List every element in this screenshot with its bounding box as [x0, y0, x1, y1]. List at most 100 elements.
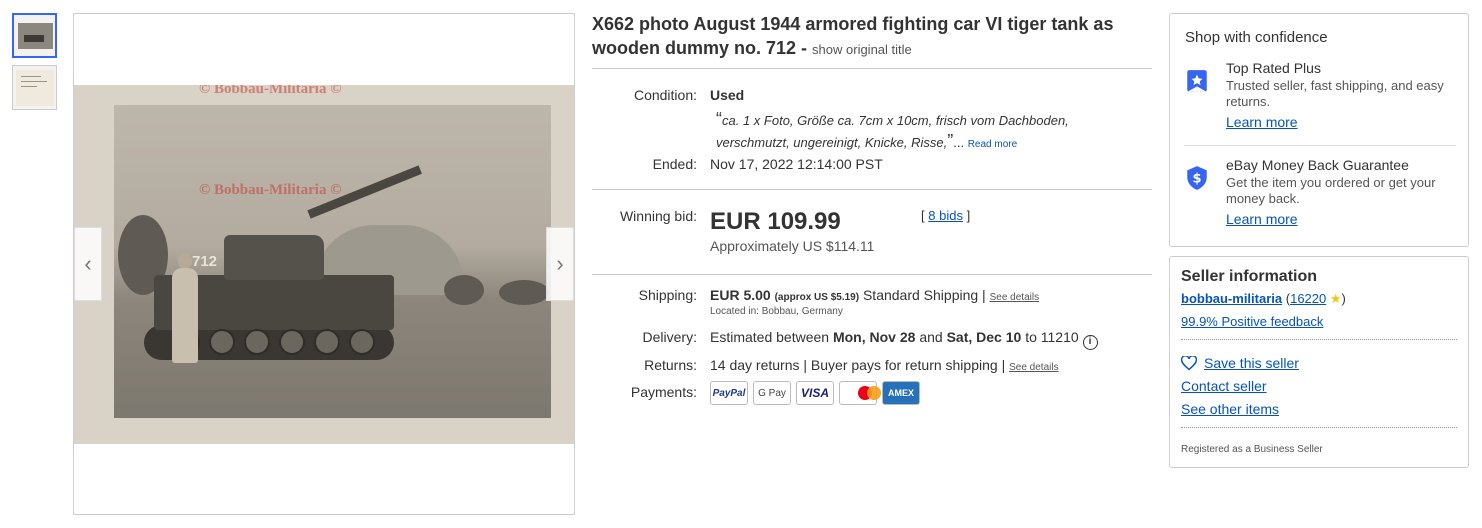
shipping-details-link[interactable]: See details [990, 292, 1039, 303]
money-back-guarantee-item: $ eBay Money Back Guarantee Get the item… [1184, 157, 1454, 237]
google-pay-icon: G Pay [753, 381, 791, 405]
read-more-link[interactable]: Read more [968, 139, 1017, 150]
delivery-zip: to 11210 [1025, 329, 1079, 345]
svg-text:$: $ [1192, 171, 1201, 186]
guarantee-description: Get the item you ordered or get your mon… [1226, 175, 1436, 206]
ended-label: Ended: [652, 156, 697, 172]
delivery-row: Delivery: Estimated between Mon, Nov 28 … [592, 329, 1098, 350]
see-other-items-link[interactable]: See other items [1181, 401, 1279, 417]
photo-tree [499, 280, 549, 305]
ended-row: Ended: Nov 17, 2022 12:14:00 PST [592, 156, 883, 172]
winning-bid-approx: Approximately US $114.11 [710, 238, 875, 254]
delivery-prefix: Estimated between [710, 329, 830, 345]
top-rated-description: Trusted seller, fast shipping, and easy … [1226, 78, 1444, 109]
registered-business-seller: Registered as a Business Seller [1181, 444, 1323, 455]
info-icon[interactable]: i [1082, 335, 1098, 350]
thumbnail-photo-1[interactable] [12, 13, 57, 58]
top-rated-text-block: Top Rated Plus Trusted seller, fast ship… [1226, 60, 1446, 131]
shipping-approx: (approx US $5.19) [774, 292, 860, 303]
next-image-button[interactable]: › [546, 227, 574, 301]
ended-value: Nov 17, 2022 12:14:00 PST [710, 156, 883, 172]
divider [592, 189, 1152, 190]
returns-row: Returns: 14 day returns | Buyer pays for… [592, 357, 1059, 373]
condition-row: Condition: Used [592, 87, 744, 103]
shipping-method: Standard Shipping | [862, 287, 986, 303]
shipping-row: Shipping: EUR 5.00 (approx US $5.19) Sta… [592, 287, 1039, 317]
paypal-icon: PayPal [710, 381, 748, 405]
returns-value: 14 day returns | Buyer pays for return s… [710, 357, 1059, 373]
delivery-start: Mon, Nov 28 [832, 329, 916, 345]
seller-information-panel: Seller information bobbau-militaria (162… [1169, 256, 1469, 468]
contact-seller-link[interactable]: Contact seller [1181, 378, 1267, 394]
payment-methods: PayPal G Pay VISA mastercard AMEX [710, 381, 920, 405]
watermark-middle: © Bobbau-Militaria © [199, 182, 342, 198]
winning-bid-value: EUR 109.99 Approximately US $114.11 [710, 208, 874, 254]
shipping-value: EUR 5.00 (approx US $5.19) Standard Ship… [710, 287, 1039, 317]
bracket-close: ] [966, 208, 971, 223]
listing-details: X662 photo August 1944 armored fighting … [592, 12, 1157, 405]
top-rated-badge-icon [1187, 70, 1207, 92]
save-seller-row[interactable]: Save this seller [1181, 355, 1299, 371]
seller-notes: “ca. 1 x Foto, Größe ca. 7cm x 10cm, fri… [716, 109, 1116, 155]
shipping-price: EUR 5.00 [710, 287, 771, 303]
seller-name-link[interactable]: bobbau-militaria [1181, 291, 1282, 306]
bids-link[interactable]: 8 bids [928, 208, 963, 223]
returns-details-link[interactable]: See details [1009, 362, 1058, 373]
previous-image-button[interactable]: ‹ [74, 227, 102, 301]
amex-icon: AMEX [882, 381, 920, 405]
thumbnail-tank-shape [24, 35, 44, 42]
condition-label: Condition: [633, 87, 697, 103]
positive-feedback-link[interactable]: 99.9% Positive feedback [1181, 314, 1323, 329]
shop-with-confidence-panel: Shop with confidence Top Rated Plus Trus… [1169, 13, 1469, 247]
item-location: Located in: Bobbau, Germany [710, 306, 843, 317]
top-rated-heading: Top Rated Plus [1226, 60, 1321, 76]
listing-title: X662 photo August 1944 armored fighting … [592, 12, 1157, 62]
thumbnail-strip [12, 13, 58, 117]
divider [592, 68, 1152, 69]
tank-photograph: 712 [114, 105, 551, 418]
divider [592, 274, 1152, 275]
guarantee-text-block: eBay Money Back Guarantee Get the item y… [1226, 157, 1446, 228]
main-image-viewer[interactable]: 712 © Bobbau-Militaria © © Bobbau-Milita… [73, 13, 575, 515]
returns-label: Returns: [644, 357, 697, 373]
seller-name-row: bobbau-militaria (16220 ★) [1181, 291, 1346, 307]
divider [1181, 339, 1457, 340]
confidence-title: Shop with confidence [1185, 29, 1328, 46]
top-rated-learn-more-link[interactable]: Learn more [1226, 114, 1298, 130]
save-seller-link[interactable]: Save this seller [1204, 355, 1299, 371]
thumbnail-photo-2[interactable] [12, 65, 57, 110]
guarantee-learn-more-link[interactable]: Learn more [1226, 211, 1298, 227]
photo-tank-wheel [244, 329, 270, 355]
photo-soldier [172, 268, 198, 363]
thumbnail-handwriting [21, 81, 47, 82]
delivery-value: Estimated between Mon, Nov 28 and Sat, D… [710, 329, 1098, 350]
photo-tank-turret [224, 235, 324, 280]
delivery-and: and [919, 329, 943, 345]
ellipsis: ... [953, 135, 965, 150]
photo-tank-wheel [349, 329, 375, 355]
visa-icon: VISA [796, 381, 834, 405]
seller-score-link[interactable]: 16220 [1290, 291, 1326, 306]
bracket-open: [ [921, 208, 925, 223]
top-rated-plus-item: Top Rated Plus Trusted seller, fast ship… [1184, 60, 1454, 140]
shipping-label: Shipping: [638, 287, 697, 303]
watermark-top: © Bobbau-Militaria © [199, 85, 342, 97]
photo-tank-wheel [209, 329, 235, 355]
seller-info-title: Seller information [1181, 268, 1318, 285]
photo-tree [444, 275, 484, 305]
paren-close: ) [1341, 291, 1346, 306]
photo-tank-number: 712 [192, 253, 218, 270]
star-icon: ★ [1329, 291, 1342, 306]
listing-photo: 712 © Bobbau-Militaria © © Bobbau-Milita… [74, 85, 574, 444]
chevron-left-icon: ‹ [84, 251, 92, 276]
thumbnail-handwriting [21, 76, 41, 77]
winning-bid-price: EUR 109.99 [710, 208, 841, 235]
bid-count: [ 8 bids ] [921, 208, 970, 223]
winning-bid-label: Winning bid: [619, 208, 697, 224]
photo-tank-wheel [314, 329, 340, 355]
photo-tank-wheel [279, 329, 305, 355]
show-original-title-link[interactable]: show original title [812, 42, 912, 57]
delivery-end: Sat, Dec 10 [946, 329, 1022, 345]
divider [1184, 145, 1456, 146]
guarantee-heading: eBay Money Back Guarantee [1226, 157, 1409, 173]
